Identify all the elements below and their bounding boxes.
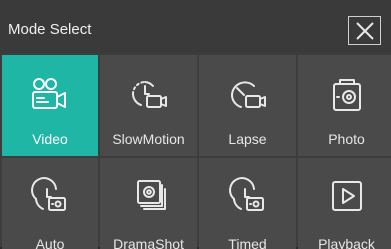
close-button[interactable] (348, 16, 381, 45)
mode-tile-video[interactable]: Video (2, 55, 98, 156)
mode-select-panel: Mode Select Video SlowMotion Lapse Photo… (0, 0, 391, 249)
mode-tile-lapse[interactable]: Lapse (199, 55, 296, 156)
playback-icon (331, 181, 362, 211)
mode-label: Photo (328, 131, 365, 147)
video-camera-icon (32, 78, 66, 109)
mode-label: Auto (35, 236, 65, 249)
mode-tile-timed[interactable]: Timed (199, 158, 296, 249)
mode-label: Timed (228, 236, 267, 249)
mode-label: Video (32, 131, 68, 147)
page-title: Mode Select (8, 21, 92, 38)
photo-camera-icon (332, 79, 361, 111)
header-bar: Mode Select (0, 0, 391, 53)
mode-tile-auto[interactable]: Auto (2, 158, 98, 249)
mode-label: Lapse (228, 131, 267, 147)
mode-label: DramaShot (113, 236, 184, 249)
slow-motion-camera-icon (131, 81, 167, 108)
close-icon (356, 22, 374, 40)
timed-camera-icon (228, 177, 264, 211)
mode-tile-playback[interactable]: Playback (298, 158, 391, 249)
mode-tile-slowmotion[interactable]: SlowMotion (100, 55, 197, 156)
mode-grid: Video SlowMotion Lapse Photo Auto DramaS… (2, 55, 391, 249)
time-lapse-camera-icon (230, 81, 266, 108)
auto-timer-camera-icon (31, 177, 66, 211)
mode-label: Playback (318, 236, 375, 249)
mode-tile-photo[interactable]: Photo (298, 55, 391, 156)
mode-tile-dramashot[interactable]: DramaShot (100, 158, 197, 249)
drama-shot-icon (136, 180, 166, 210)
mode-label: SlowMotion (112, 131, 185, 147)
